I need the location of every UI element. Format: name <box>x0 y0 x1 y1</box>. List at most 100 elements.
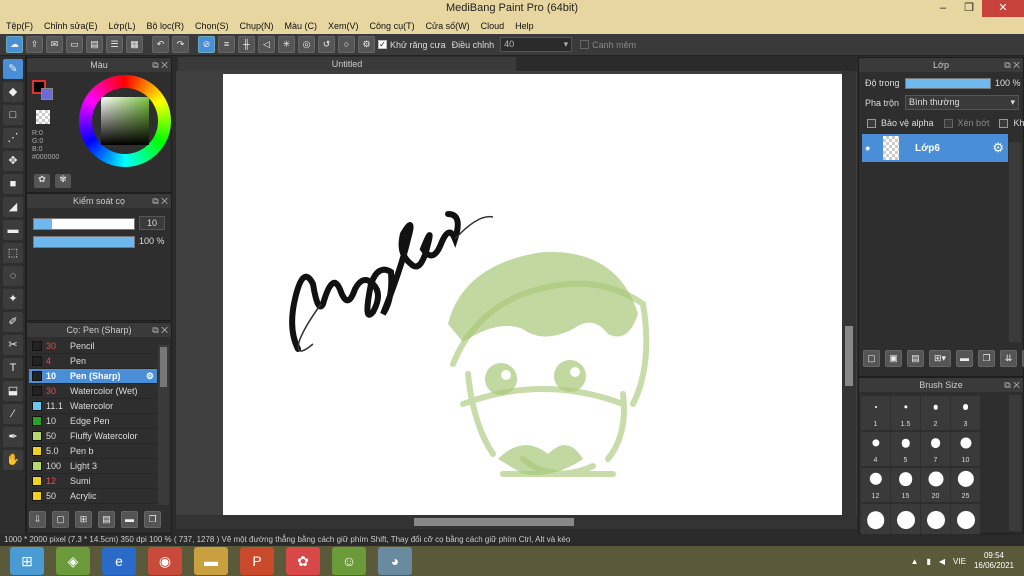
list-icon[interactable]: ☰ <box>106 36 123 53</box>
explorer-icon[interactable]: ▬ <box>194 547 228 575</box>
redo-icon[interactable]: ↷ <box>172 36 189 53</box>
cross-snap-icon[interactable]: ╫ <box>238 36 255 53</box>
circle-snap-icon[interactable]: ○ <box>338 36 355 53</box>
pen-tool-icon[interactable]: ✒ <box>3 427 23 447</box>
gradient-tool-icon[interactable]: ▬ <box>3 220 23 240</box>
protect-alpha-checkbox[interactable] <box>867 118 876 128</box>
ie-icon[interactable]: e <box>102 547 136 575</box>
brush-size-cell[interactable]: 12 <box>861 468 891 502</box>
tray-arrow-icon[interactable]: ▲ <box>911 557 919 566</box>
new-halftone-layer-icon[interactable]: ▤ <box>907 350 924 367</box>
brush-size-cell[interactable] <box>891 504 921 538</box>
menu-view[interactable]: Xem(V) <box>328 21 359 31</box>
comment-icon[interactable]: ▭ <box>66 36 83 53</box>
canvas-vertical-scrollbar[interactable] <box>842 71 856 515</box>
new-color-layer-icon[interactable]: ▣ <box>885 350 902 367</box>
brush-list-item[interactable]: 30 Watercolor (Wet) <box>29 384 157 399</box>
brush-size-cell[interactable] <box>951 504 981 538</box>
chat-icon[interactable]: ✉ <box>46 36 63 53</box>
brush-size-scrollbar[interactable] <box>1009 395 1021 531</box>
vanish-snap-icon[interactable]: ◁ <box>258 36 275 53</box>
brush-opacity-slider[interactable] <box>33 236 135 248</box>
brush-size-value[interactable]: 10 <box>139 216 165 230</box>
dot-tool-icon[interactable]: ⋰ <box>3 128 23 148</box>
chrome-icon[interactable]: ◉ <box>148 547 182 575</box>
brush-list-item[interactable]: 10 Edge Pen <box>29 414 157 429</box>
eraser-tool-icon[interactable]: ◆ <box>3 82 23 102</box>
duplicate-layer-icon[interactable]: ❐ <box>978 350 995 367</box>
lock-checkbox[interactable] <box>999 118 1009 128</box>
layer-folder-icon[interactable]: ▬ <box>956 350 973 367</box>
add-brush-icon[interactable]: ⊞ <box>75 511 92 528</box>
brush-list-item[interactable]: 100 Light 3 <box>29 459 157 474</box>
clipping-checkbox[interactable] <box>943 118 953 128</box>
brush-size-cell[interactable]: 5 <box>891 432 921 466</box>
brush-list-item[interactable]: 4 Pen <box>29 354 157 369</box>
brush-size-cell[interactable] <box>861 504 891 538</box>
curve-snap-icon[interactable]: ↺ <box>318 36 335 53</box>
document-tab[interactable]: Untitled <box>178 57 516 71</box>
grid-icon[interactable]: ▦ <box>126 36 143 53</box>
share-icon[interactable]: ⇪ <box>26 36 43 53</box>
brush-settings-icon[interactable]: ⚙ <box>146 371 154 382</box>
panel-close-icon[interactable]: ⧉ ✕ <box>152 323 168 337</box>
select-pen-icon[interactable]: ✐ <box>3 312 23 332</box>
brush-size-cell[interactable] <box>921 504 951 538</box>
menu-snap[interactable]: Chụp(N) <box>240 21 274 31</box>
layer-settings-icon[interactable]: ⚙ <box>992 140 1004 156</box>
start-icon[interactable]: ⊞ <box>10 547 44 575</box>
snap-checkbox[interactable] <box>580 40 590 49</box>
rectangle-tool-icon[interactable]: □ <box>3 105 23 125</box>
settings-icon[interactable]: ⚙ <box>358 36 375 53</box>
menu-window[interactable]: Cửa số(W) <box>426 21 470 31</box>
brush-tool-icon[interactable]: ✎ <box>3 59 23 79</box>
color-square[interactable] <box>101 97 149 145</box>
clock[interactable]: 09:54 16/06/2021 <box>974 551 1014 571</box>
cloud-icon[interactable]: ☁ <box>6 36 23 53</box>
brush-size-cell[interactable]: 10 <box>951 432 981 466</box>
brush-size-cell[interactable]: 3 <box>951 396 981 430</box>
new-layer-icon[interactable]: ▢ <box>863 350 880 367</box>
brush-size-cell[interactable]: 4 <box>861 432 891 466</box>
brush-folder-icon[interactable]: ▬ <box>121 511 138 528</box>
minimize-button[interactable]: ‒ <box>930 0 956 17</box>
brush-list-item[interactable]: 30 Pencil <box>29 339 157 354</box>
transparent-swatch[interactable] <box>36 110 50 124</box>
brush-size-cell[interactable]: 7 <box>921 432 951 466</box>
move-tool-icon[interactable]: ✥ <box>3 151 23 171</box>
bucket-tool-icon[interactable]: ◢ <box>3 197 23 217</box>
brush-size-cell[interactable]: 1.5 <box>891 396 921 430</box>
snap-off-icon[interactable]: ⊘ <box>198 36 215 53</box>
layer-visibility-icon[interactable]: ● <box>865 143 875 153</box>
brush-file-icon[interactable]: ▤ <box>98 511 115 528</box>
brush-list-item[interactable]: 50 Acrylic <box>29 489 157 504</box>
adjust-dropdown[interactable]: 40 <box>500 37 573 52</box>
panel-close-icon[interactable]: ⧉ ✕ <box>152 194 168 208</box>
layer-row[interactable]: ● Lớp6 ⚙ <box>862 134 1008 162</box>
radial-snap-icon[interactable]: ✳ <box>278 36 295 53</box>
app2-icon[interactable]: ☺ <box>332 547 366 575</box>
volume-icon[interactable]: ◀ <box>939 557 945 566</box>
menu-color[interactable]: Màu (C) <box>285 21 318 31</box>
brush-list-item[interactable]: 50 Fluffy Watercolor <box>29 429 157 444</box>
antialias-checkbox[interactable]: ✓ <box>378 40 387 49</box>
menu-filter[interactable]: Bộ lọc(R) <box>146 21 184 31</box>
brush-copy-icon[interactable]: ❐ <box>144 511 161 528</box>
add-layer-dropdown-icon[interactable]: ⊞▾ <box>929 350 951 367</box>
canvas-horizontal-scrollbar[interactable] <box>176 515 857 529</box>
color-wheel[interactable] <box>79 75 171 167</box>
brush-list-item[interactable]: 11.1 Watercolor <box>29 399 157 414</box>
concentric-snap-icon[interactable]: ◎ <box>298 36 315 53</box>
menu-help[interactable]: Help <box>515 21 534 31</box>
brush-size-cell[interactable]: 20 <box>921 468 951 502</box>
app-icon[interactable]: ✿ <box>286 547 320 575</box>
parallel-snap-icon[interactable]: ≡ <box>218 36 235 53</box>
maximize-button[interactable]: ❐ <box>956 0 982 17</box>
secondary-color-swatch[interactable] <box>41 88 53 100</box>
document-icon[interactable]: ▤ <box>86 36 103 53</box>
panel-close-icon[interactable]: ⧉ ✕ <box>152 58 168 72</box>
brush-list-scrollbar[interactable] <box>158 345 169 505</box>
select-eraser-icon[interactable]: ✂ <box>3 335 23 355</box>
new-brush-icon[interactable]: ▢ <box>52 511 69 528</box>
brush-size-slider[interactable] <box>33 218 135 230</box>
